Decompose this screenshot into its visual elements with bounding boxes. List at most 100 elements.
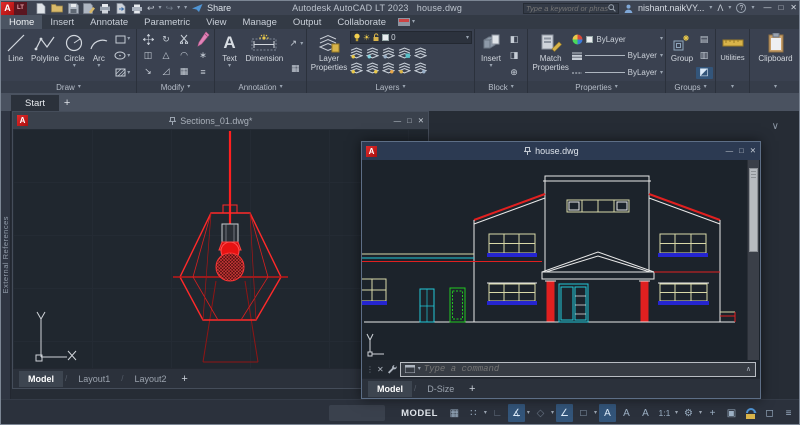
- minimize-button[interactable]: —: [763, 4, 771, 12]
- username[interactable]: nishant.naikVY...: [638, 3, 704, 13]
- command-input[interactable]: [424, 364, 743, 374]
- panel-label-layers[interactable]: Layers▾: [307, 81, 474, 93]
- polyline-button[interactable]: Polyline: [29, 31, 60, 81]
- panel-label-groups[interactable]: Groups▾: [666, 81, 715, 93]
- utilities-button[interactable]: Utilities: [718, 31, 747, 81]
- layer-lock-icon[interactable]: [382, 47, 395, 59]
- redo-icon[interactable]: ↪: [166, 4, 174, 13]
- isometric-chevron-icon[interactable]: ▾: [551, 410, 554, 416]
- customization-plus-icon[interactable]: +: [704, 404, 721, 422]
- redo-chevron-icon[interactable]: ▾: [177, 5, 180, 11]
- qat-customize-icon[interactable]: ▾: [184, 5, 187, 11]
- layer-on-all-icon[interactable]: [366, 62, 379, 74]
- insert-block-button[interactable]: Insert ▾: [477, 31, 505, 81]
- isolate-objects-icon[interactable]: ▣: [723, 404, 740, 422]
- house-canvas[interactable]: [362, 160, 760, 360]
- sections-close-button[interactable]: ✕: [418, 117, 424, 125]
- annotation-scale-value[interactable]: 1:1: [656, 404, 673, 422]
- grid-display-icon[interactable]: ▦: [446, 404, 463, 422]
- object-snap-icon[interactable]: □: [575, 404, 592, 422]
- annotation-visibility-icon[interactable]: A: [599, 404, 616, 422]
- tab-view[interactable]: View: [198, 15, 234, 29]
- panel-label-clipboard[interactable]: ▾: [750, 81, 800, 93]
- dimension-button[interactable]: Dimension: [243, 31, 286, 81]
- line-button[interactable]: Line: [3, 31, 28, 81]
- search-icon[interactable]: [608, 4, 616, 12]
- polar-tracking-icon[interactable]: ∡: [508, 404, 525, 422]
- maximize-button[interactable]: □: [778, 4, 783, 12]
- save-as-icon[interactable]: [83, 2, 95, 14]
- copy-tool-icon[interactable]: ◫: [142, 49, 154, 61]
- circle-button[interactable]: Circle ▾: [62, 31, 87, 81]
- house-new-layout-button[interactable]: +: [465, 382, 479, 396]
- tab-collaborate[interactable]: Collaborate: [329, 15, 394, 29]
- offset-tool-icon[interactable]: ≡: [197, 67, 209, 79]
- rotate-tool-icon[interactable]: ↻: [160, 33, 172, 45]
- trim-tool-icon[interactable]: [178, 33, 190, 45]
- search-input[interactable]: [526, 4, 608, 13]
- write-block-icon[interactable]: ◨: [508, 50, 520, 62]
- panel-label-block[interactable]: Block▾: [475, 81, 527, 93]
- explode-tool-icon[interactable]: ∗: [197, 50, 209, 62]
- command-recent-icon[interactable]: [405, 365, 415, 373]
- command-recent-chevron-icon[interactable]: ▾: [418, 366, 421, 372]
- layer-properties-button[interactable]: Layer Properties: [309, 31, 349, 81]
- plot-icon[interactable]: [99, 2, 111, 14]
- print-icon[interactable]: [131, 2, 143, 14]
- tab-output[interactable]: Output: [285, 15, 330, 29]
- mdi-collapse-chevron-icon[interactable]: ∨: [772, 121, 779, 132]
- layer-unlock2-icon[interactable]: [398, 62, 411, 74]
- help-chevron-icon[interactable]: ▾: [751, 5, 754, 11]
- layer-off-icon[interactable]: [350, 62, 363, 74]
- panel-label-modify[interactable]: Modify▾: [137, 81, 214, 93]
- linetype-dropdown[interactable]: ByLayer ▾: [572, 66, 663, 80]
- create-block-icon[interactable]: ◧: [508, 33, 520, 45]
- move-tool-icon[interactable]: [142, 33, 154, 45]
- array-tool-icon[interactable]: ▦: [178, 65, 190, 77]
- workspace-chevron-icon[interactable]: ▾: [699, 410, 702, 416]
- close-button[interactable]: ✕: [790, 4, 797, 12]
- scale-tool-icon[interactable]: ◿: [160, 65, 172, 77]
- object-snap-chevron-icon[interactable]: ▾: [594, 410, 597, 416]
- sections-tab-layout1[interactable]: Layout1: [69, 371, 119, 387]
- house-vertical-scrollbar[interactable]: [747, 160, 759, 360]
- share-label[interactable]: Share: [207, 3, 231, 13]
- panel-label-utilities[interactable]: ▾: [716, 81, 749, 93]
- house-maximize-button[interactable]: □: [739, 147, 744, 155]
- new-file-icon[interactable]: [35, 2, 47, 14]
- ellipse-tool-icon[interactable]: [114, 50, 126, 62]
- ribbon-options-chevron-icon[interactable]: ▾: [412, 19, 415, 25]
- polar-chevron-icon[interactable]: ▾: [527, 410, 530, 416]
- tab-manage[interactable]: Manage: [235, 15, 285, 29]
- annotation-autoscale-icon[interactable]: A: [618, 404, 635, 422]
- export-icon[interactable]: [115, 2, 127, 14]
- tab-insert[interactable]: Insert: [42, 15, 82, 29]
- annotation-scale-icon[interactable]: A: [637, 404, 654, 422]
- lineweight-dropdown[interactable]: ByLayer ▾: [572, 49, 663, 63]
- user-chevron-icon[interactable]: ▾: [709, 5, 712, 11]
- command-close-icon[interactable]: ✕: [377, 365, 384, 374]
- sections-new-layout-button[interactable]: +: [178, 372, 192, 386]
- clean-screen-icon[interactable]: ◻: [761, 404, 778, 422]
- mirror-tool-icon[interactable]: △: [160, 49, 172, 61]
- clipboard-button[interactable]: Clipboard: [754, 31, 798, 81]
- layer-thaw-all-icon[interactable]: [382, 62, 395, 74]
- command-expand-icon[interactable]: ∧: [746, 365, 751, 373]
- object-color-dropdown[interactable]: ByLayer ▾: [572, 32, 663, 46]
- layer-match-icon[interactable]: [398, 47, 411, 59]
- group-edit-icon[interactable]: ▥: [698, 50, 710, 62]
- ungroup-icon[interactable]: ▤: [698, 33, 710, 45]
- panel-label-properties[interactable]: Properties▾: [528, 81, 665, 93]
- autodesk-chevron-icon[interactable]: ▾: [728, 5, 731, 11]
- autodesk-app-icon[interactable]: Λ: [717, 4, 723, 13]
- undo-chevron-icon[interactable]: ▾: [159, 5, 162, 11]
- workspace-gear-icon[interactable]: ⚙: [680, 404, 697, 422]
- help-icon[interactable]: ?: [736, 3, 746, 13]
- fillet-tool-icon[interactable]: ◠: [178, 49, 190, 61]
- house-titlebar[interactable]: A house.dwg — □ ✕: [362, 142, 760, 160]
- sections-titlebar[interactable]: A Sections_01.dwg* — □ ✕: [13, 112, 428, 129]
- snap-mode-icon[interactable]: ∷: [465, 404, 482, 422]
- house-close-button[interactable]: ✕: [750, 147, 756, 155]
- object-snap-tracking-icon[interactable]: ∠: [556, 404, 573, 422]
- erase-tool-icon[interactable]: [197, 33, 210, 45]
